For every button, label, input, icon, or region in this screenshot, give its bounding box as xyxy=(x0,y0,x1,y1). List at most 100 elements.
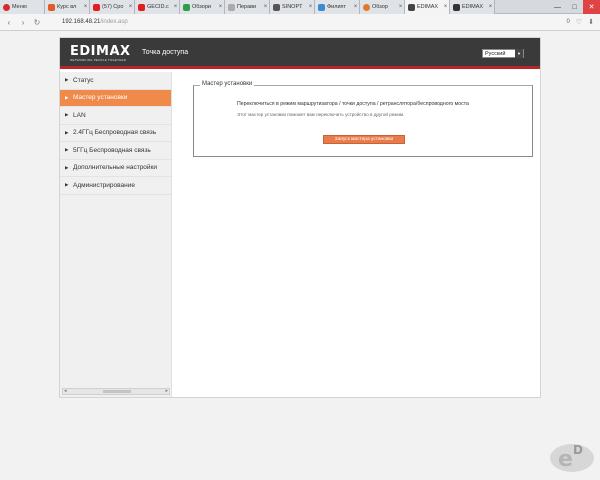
favicon-icon xyxy=(273,3,280,11)
tab-label: Курс вл xyxy=(57,4,77,10)
back-icon[interactable]: ‹ xyxy=(4,16,14,28)
sidebar-item-lan[interactable]: ▶ LAN xyxy=(60,107,171,125)
sidebar-item-label: 2.4ГГц Беспроводная связь xyxy=(73,129,157,137)
favicon-icon xyxy=(183,3,190,11)
router-header: EDIMAX NETWORKING PEOPLE TOGETHER Точка … xyxy=(60,38,540,69)
scrollbar-thumb[interactable] xyxy=(103,390,131,393)
url-path: /index.asp xyxy=(100,19,128,25)
language-value: Русский xyxy=(485,50,506,57)
svg-text:e: e xyxy=(558,447,573,472)
triangle-right-icon: ▶ xyxy=(65,164,69,170)
browser-tab[interactable]: Обзор × xyxy=(360,0,405,14)
tab-label: Перави xyxy=(237,4,257,10)
language-select[interactable]: Русский ▼ xyxy=(482,49,524,58)
browser-tab[interactable]: Меню xyxy=(0,0,45,14)
chevron-down-icon: ▼ xyxy=(515,49,523,58)
logo-text: EDIMAX xyxy=(70,44,131,59)
close-icon[interactable]: × xyxy=(352,4,359,10)
sidebar-horizontal-scrollbar[interactable]: ◂ ▸ xyxy=(62,388,170,395)
sidebar-item-status[interactable]: ▶ Статус xyxy=(60,72,171,90)
sidebar-item-label: Статус xyxy=(73,76,94,84)
logo-tagline: NETWORKING PEOPLE TOGETHER xyxy=(70,58,127,62)
maximize-icon[interactable]: □ xyxy=(566,0,583,14)
browser-tab-strip: Меню Курс вл × (57) Сро × GECID.c × Обзори ×… xyxy=(0,0,600,14)
triangle-right-icon: ▶ xyxy=(65,147,69,153)
youtube-icon xyxy=(138,3,145,11)
browser-tab[interactable]: EDIMAX × xyxy=(450,0,495,14)
page-vertical-scrollbar[interactable] xyxy=(592,31,600,480)
router-page: EDIMAX NETWORKING PEOPLE TOGETHER Точка … xyxy=(59,37,541,398)
download-icon[interactable]: ⬇ xyxy=(588,18,594,26)
browser-tab[interactable]: GECID.c × xyxy=(135,0,180,14)
triangle-right-icon: ▶ xyxy=(65,112,69,118)
edimax-logo: EDIMAX NETWORKING PEOPLE TOGETHER xyxy=(70,44,131,62)
tab-label: (57) Сро xyxy=(102,4,124,10)
close-icon[interactable]: × xyxy=(397,4,404,10)
heart-icon[interactable]: ♡ xyxy=(576,18,582,26)
sidebar-item-wireless-24[interactable]: ▶ 2.4ГГц Беспроводная связь xyxy=(60,124,171,142)
sidebar-item-wireless-5[interactable]: ▶ 5ГГц Беспроводная связь xyxy=(60,142,171,160)
triangle-right-icon: ▶ xyxy=(65,182,69,188)
close-icon[interactable]: × xyxy=(82,4,89,10)
sidebar-item-administration[interactable]: ▶ Администрирование xyxy=(60,177,171,195)
close-icon[interactable]: × xyxy=(127,4,134,10)
sidebar-item-setup-wizard[interactable]: ▶ Мастер установки xyxy=(60,89,171,107)
page-icon xyxy=(408,3,415,11)
close-icon[interactable]: × xyxy=(442,4,449,10)
triangle-right-icon: ▶ xyxy=(65,94,69,100)
tab-label: Филипт xyxy=(327,4,347,10)
favicon-icon xyxy=(318,3,325,11)
forward-icon[interactable]: › xyxy=(18,16,28,28)
browser-tab[interactable]: Обзори × xyxy=(180,0,225,14)
tab-label: EDIMAX xyxy=(462,4,484,10)
svg-text:D: D xyxy=(573,443,583,457)
window-controls: — □ ✕ xyxy=(549,0,600,14)
tab-label: Меню xyxy=(12,4,27,10)
address-bar-actions: 0 ♡ ⬇ xyxy=(567,18,595,26)
page-icon xyxy=(453,3,460,11)
browser-tab-active[interactable]: EDIMAX × xyxy=(405,0,450,14)
tab-label: Обзор xyxy=(372,4,388,10)
scroll-right-icon[interactable]: ▸ xyxy=(165,388,168,394)
close-icon[interactable]: × xyxy=(307,4,314,10)
watermark-logo: e D xyxy=(550,443,594,472)
minimize-icon[interactable]: — xyxy=(549,0,566,14)
page-title: Точка доступа xyxy=(142,49,189,56)
scroll-left-icon[interactable]: ◂ xyxy=(64,388,67,394)
tab-label: Обзори xyxy=(192,4,211,10)
triangle-right-icon: ▶ xyxy=(65,129,69,135)
favicon-icon xyxy=(48,3,55,11)
screen: Меню Курс вл × (57) Сро × GECID.c × Обзори ×… xyxy=(0,0,600,480)
tab-label: EDIMAX xyxy=(417,4,439,10)
url-host: 192.168.48.21 xyxy=(62,19,101,25)
start-wizard-button[interactable]: Запуск мастера установки xyxy=(323,135,405,144)
tab-label: GECID.c xyxy=(147,4,169,10)
triangle-right-icon: ▶ xyxy=(65,77,69,83)
sidebar-item-advanced[interactable]: ▶ Дополнительные настройки xyxy=(60,159,171,177)
sidebar-item-label: LAN xyxy=(73,111,86,119)
youtube-icon xyxy=(93,3,100,11)
badge-count: 0 xyxy=(566,19,570,25)
opera-icon xyxy=(3,3,10,11)
browser-tab[interactable]: Филипт × xyxy=(315,0,360,14)
favicon-icon xyxy=(363,3,370,11)
browser-tab[interactable]: Перави × xyxy=(225,0,270,14)
sidebar: ▶ Статус ▶ Мастер установки ▶ LAN ▶ 2.4ГГц Б… xyxy=(60,72,172,397)
setup-wizard-panel: Мастер установки Переключиться в режим м… xyxy=(193,81,533,157)
browser-tab[interactable]: Курс вл × xyxy=(45,0,90,14)
favicon-icon xyxy=(228,3,235,11)
close-icon[interactable]: × xyxy=(172,4,179,10)
tab-label: SINOPT xyxy=(282,4,303,10)
close-icon[interactable]: × xyxy=(487,4,494,10)
panel-legend: Мастер установки xyxy=(200,81,255,87)
close-icon[interactable]: × xyxy=(262,4,269,10)
url-input[interactable]: 192.168.48.21/index.asp xyxy=(62,16,561,28)
close-icon[interactable]: × xyxy=(217,4,224,10)
browser-tab[interactable]: (57) Сро × xyxy=(90,0,135,14)
sidebar-item-label: Мастер установки xyxy=(73,94,128,102)
browser-tab[interactable]: SINOPT × xyxy=(270,0,315,14)
address-bar: ‹ › ↻ 192.168.48.21/index.asp 0 ♡ ⬇ xyxy=(0,14,600,31)
reload-icon[interactable]: ↻ xyxy=(32,16,42,28)
wizard-description: Переключиться в режим маршрутизатора / т… xyxy=(237,101,469,107)
window-close-icon[interactable]: ✕ xyxy=(583,0,600,14)
